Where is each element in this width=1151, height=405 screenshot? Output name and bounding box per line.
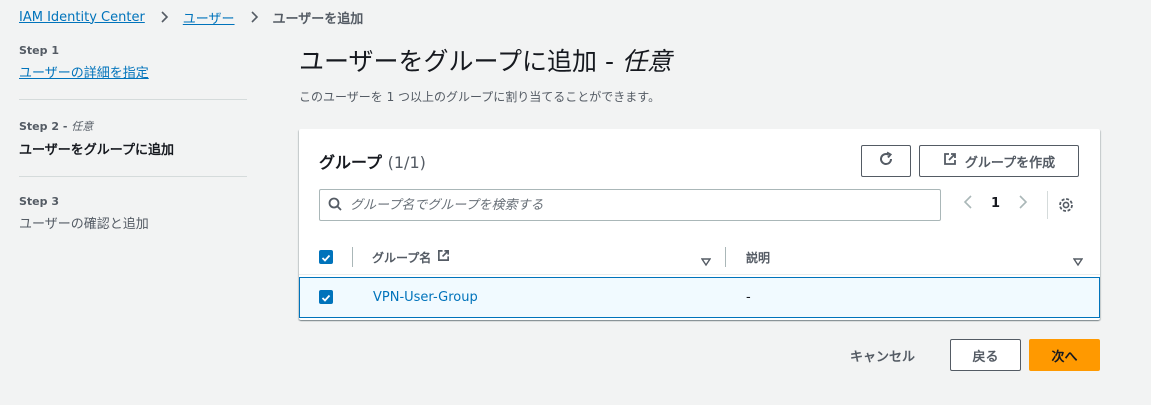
- sort-icon[interactable]: [700, 252, 712, 271]
- panel-title-text: グループ: [319, 153, 383, 172]
- search-input[interactable]: [350, 197, 940, 213]
- cancel-button[interactable]: キャンセル: [850, 346, 915, 365]
- breadcrumb-iam-identity-center[interactable]: IAM Identity Center: [19, 10, 145, 25]
- group-name-link[interactable]: VPN-User-Group: [373, 290, 478, 305]
- panel-count: (1/1): [387, 153, 426, 172]
- refresh-button[interactable]: [861, 145, 911, 177]
- step-1-link[interactable]: ユーザーの詳細を指定: [19, 62, 247, 81]
- page-title: ユーザーをグループに追加 - 任意: [299, 44, 1100, 80]
- wizard-step-3: Step 3 ユーザーの確認と追加: [19, 195, 247, 250]
- checkbox-checked-icon: [321, 288, 331, 307]
- search-icon: [328, 196, 342, 215]
- pagination-divider: [1047, 191, 1048, 219]
- step-optional-label: 任意: [71, 120, 94, 133]
- wizard-step-1: Step 1 ユーザーの詳細を指定: [19, 44, 247, 100]
- checkbox-checked-icon: [321, 248, 331, 267]
- wizard-step-2: Step 2 - 任意 ユーザーをグループに追加: [19, 118, 247, 177]
- main-content: ユーザーをグループに追加 - 任意 このユーザーを 1 つ以上のグループに割り当…: [299, 44, 1100, 320]
- page-number[interactable]: 1: [991, 196, 1000, 211]
- step-2-title: ユーザーをグループに追加: [19, 143, 174, 158]
- refresh-icon: [878, 151, 894, 171]
- pagination: 1: [963, 194, 1028, 213]
- group-description: -: [746, 290, 751, 305]
- step-number: Step 1: [19, 44, 59, 57]
- step-number: Step 3: [19, 195, 59, 208]
- breadcrumb-users[interactable]: ユーザー: [183, 8, 235, 27]
- column-divider: [725, 247, 726, 267]
- breadcrumb-current: ユーザーを追加: [272, 11, 364, 27]
- page-description: このユーザーを 1 つ以上のグループに割り当てることができます。: [299, 90, 661, 104]
- search-box: [319, 189, 941, 221]
- step-3-title: ユーザーの確認と追加: [19, 217, 149, 232]
- create-group-label: グループを作成: [964, 155, 1056, 171]
- create-group-button[interactable]: グループを作成: [919, 145, 1079, 177]
- step-number-label: Step 2 -: [19, 120, 72, 133]
- next-button[interactable]: 次へ: [1029, 339, 1100, 371]
- step-number: Step 2 - 任意: [19, 118, 247, 134]
- column-divider: [352, 247, 353, 267]
- table-header: グループ名 説明: [299, 239, 1100, 275]
- external-link-icon: [437, 249, 450, 265]
- column-header-label: グループ名: [372, 250, 432, 265]
- prev-page-icon[interactable]: [963, 194, 973, 213]
- breadcrumb: IAM Identity Center ユーザー ユーザーを追加: [19, 7, 363, 27]
- select-all-checkbox[interactable]: [319, 250, 333, 264]
- column-header-group-name[interactable]: グループ名: [372, 239, 450, 275]
- column-header-label: 説明: [746, 250, 771, 265]
- page-title-optional: 任意: [621, 47, 672, 76]
- back-button[interactable]: 戻る: [950, 339, 1021, 371]
- panel-title: グループ (1/1): [319, 149, 426, 173]
- gear-icon[interactable]: [1057, 196, 1075, 218]
- row-checkbox[interactable]: [319, 290, 333, 304]
- groups-panel: グループ (1/1) グループを作成 1: [299, 129, 1100, 320]
- page-title-text: ユーザーをグループに追加 -: [299, 47, 622, 76]
- external-link-icon: [943, 152, 957, 170]
- chevron-right-icon: [248, 11, 260, 23]
- table-row[interactable]: VPN-User-Group -: [299, 277, 1100, 318]
- next-page-icon[interactable]: [1018, 194, 1028, 213]
- chevron-right-icon: [158, 11, 170, 23]
- wizard-steps: Step 1 ユーザーの詳細を指定 Step 2 - 任意 ユーザーをグループに…: [19, 44, 247, 268]
- column-header-description[interactable]: 説明: [746, 239, 770, 275]
- sort-icon[interactable]: [1072, 252, 1084, 271]
